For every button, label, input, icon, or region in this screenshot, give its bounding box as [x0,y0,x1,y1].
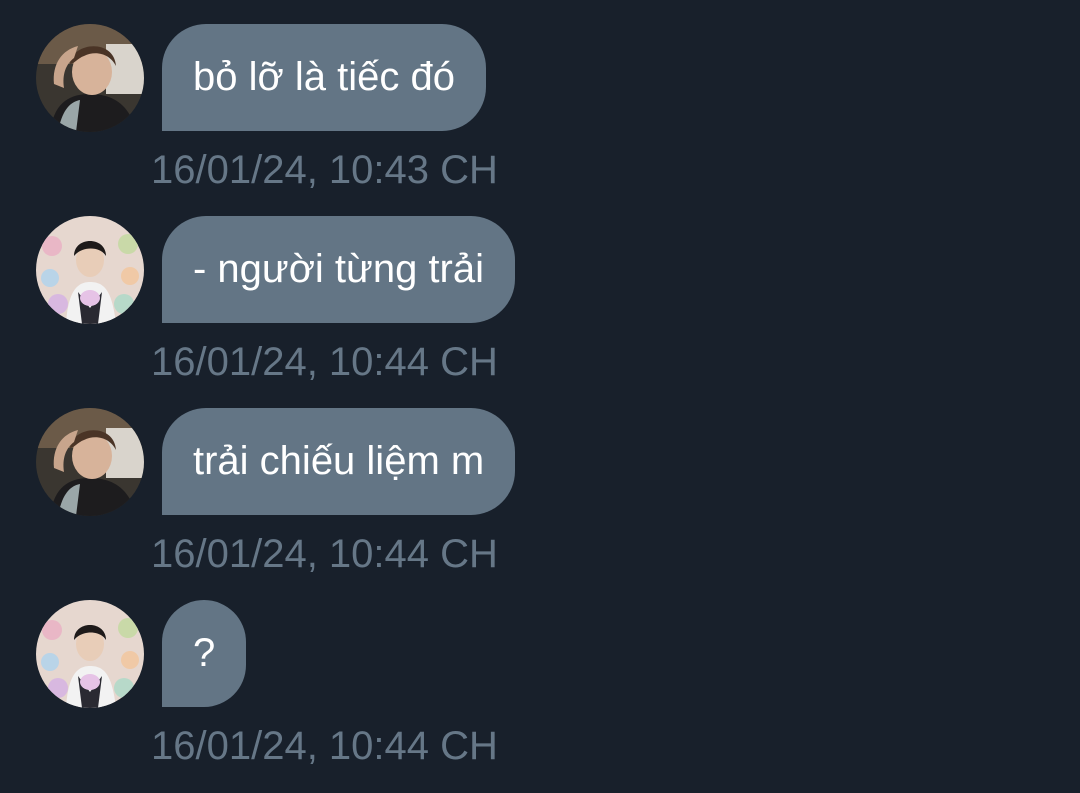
message-thread: bỏ lỡ là tiếc đó 16/01/24, 10:43 CH - ng… [0,0,1080,793]
message-row: ? 16/01/24, 10:44 CH [0,600,1080,792]
profile-photo-icon [36,24,144,132]
message-bubble[interactable]: ? [162,600,247,707]
message-bubble[interactable]: bỏ lỡ là tiếc đó [162,24,486,131]
profile-photo-icon [36,408,144,516]
avatar[interactable] [36,24,144,132]
avatar[interactable] [36,216,144,324]
message-timestamp: 16/01/24, 10:44 CH [151,340,498,384]
avatar[interactable] [36,408,144,516]
avatar[interactable] [36,600,144,708]
message-timestamp: 16/01/24, 10:43 CH [151,148,498,192]
message-timestamp: 16/01/24, 10:44 CH [151,532,498,576]
message-row: - người từng trải 16/01/24, 10:44 CH [0,216,1080,408]
message-bubble[interactable]: trải chiếu liệm m [162,408,516,515]
message-timestamp: 16/01/24, 10:44 CH [151,724,498,768]
profile-photo-icon [36,216,144,324]
message-bubble[interactable]: - người từng trải [162,216,515,323]
message-row: trải chiếu liệm m 16/01/24, 10:44 CH [0,408,1080,600]
message-row: bỏ lỡ là tiếc đó 16/01/24, 10:43 CH [0,24,1080,216]
profile-photo-icon [36,600,144,708]
